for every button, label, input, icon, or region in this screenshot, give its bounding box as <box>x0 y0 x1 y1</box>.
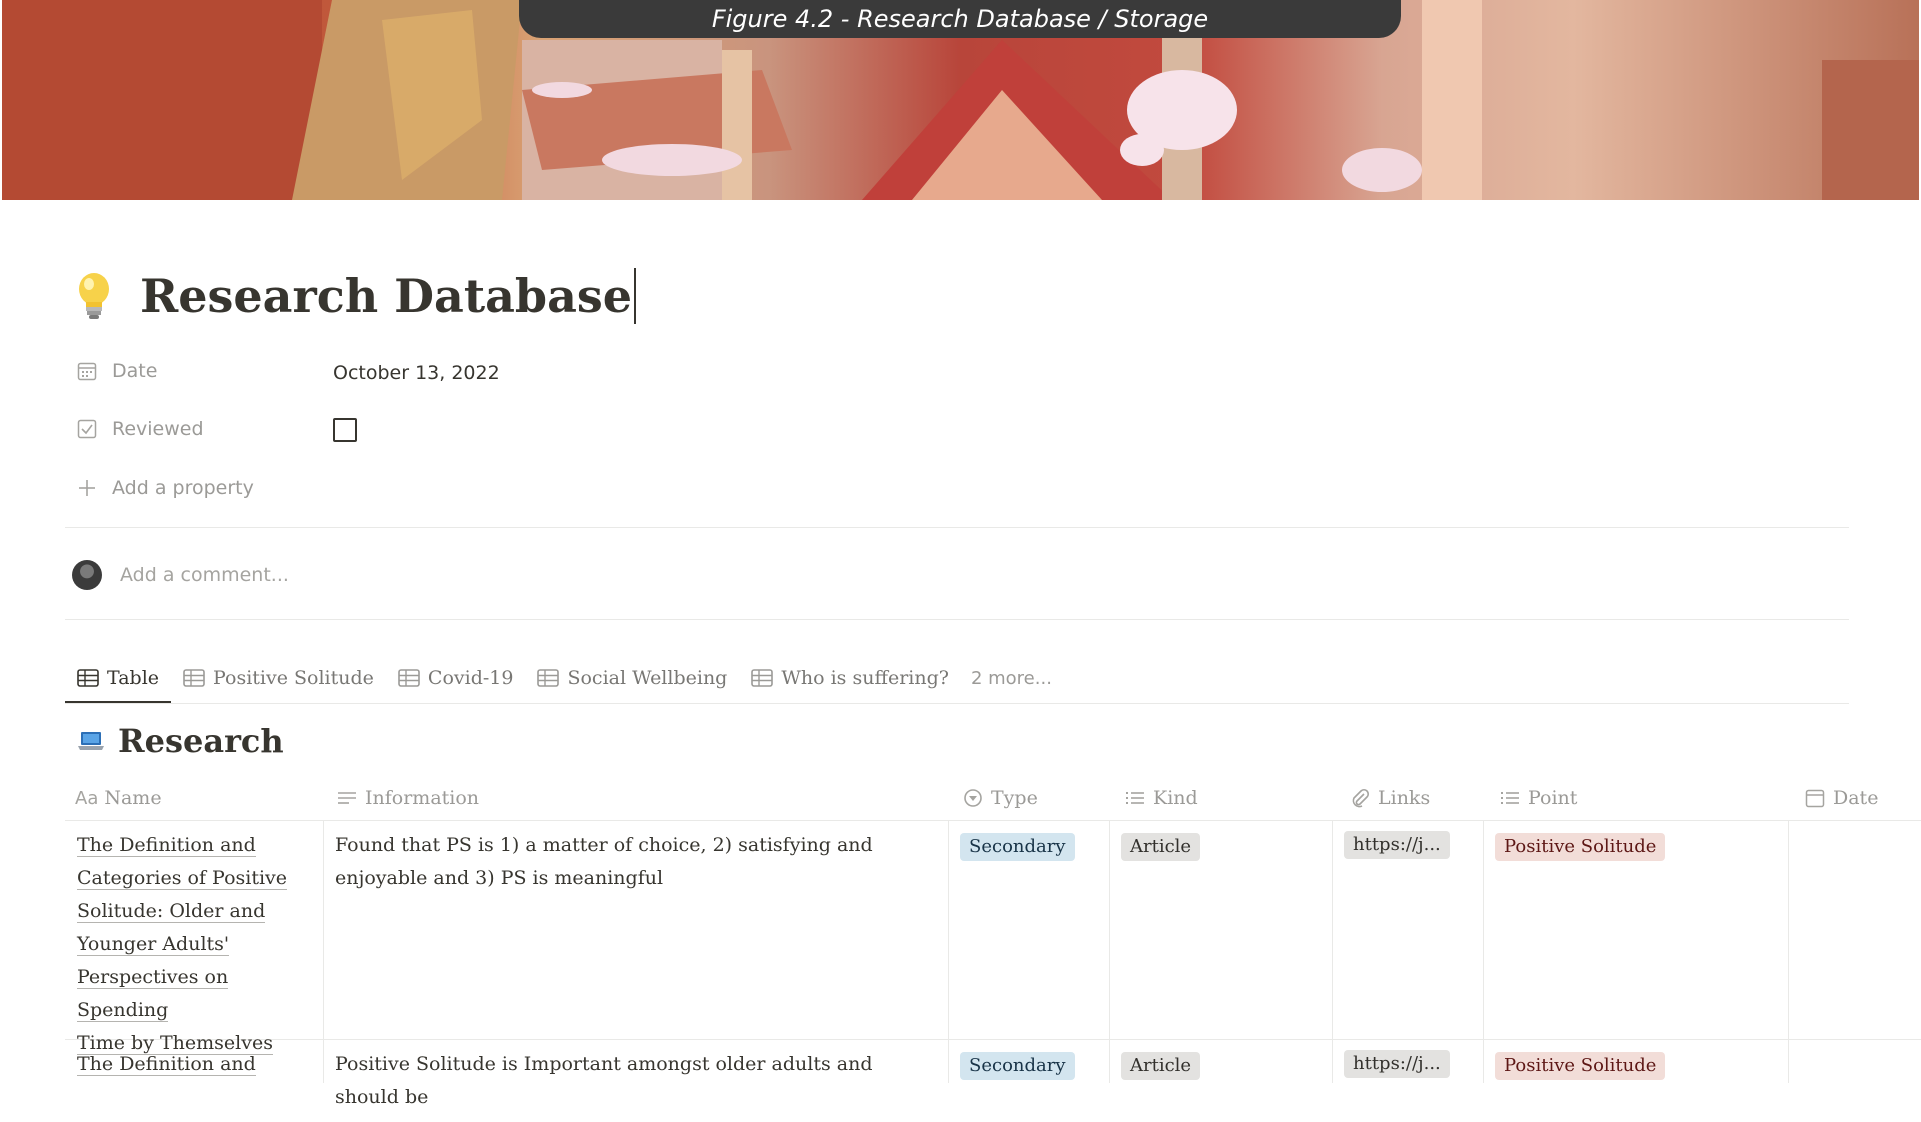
reviewed-checkbox[interactable] <box>333 418 357 442</box>
kind-tag: Article <box>1121 1052 1201 1080</box>
column-header-name[interactable]: Aa Name <box>75 776 162 820</box>
table-icon <box>537 669 560 687</box>
view-tabs: Table Positive Solitude Covid-19 Social … <box>65 654 1062 704</box>
lightbulb-icon[interactable] <box>72 271 116 321</box>
select-circle-icon <box>964 789 982 807</box>
page-title[interactable]: Research Database <box>140 268 637 324</box>
cell-information[interactable]: Found that PS is 1) a matter of choice, … <box>323 821 949 1039</box>
table-header: Aa Name Information Type Kind Links Poin… <box>65 776 1921 821</box>
tab-covid-19[interactable]: Covid-19 <box>386 654 526 702</box>
property-label: Reviewed <box>112 418 204 440</box>
cell-type[interactable]: Secondary <box>948 821 1110 1039</box>
cell-kind[interactable]: Article <box>1109 821 1333 1039</box>
column-header-point[interactable]: Point <box>1500 776 1577 820</box>
list-icon <box>1501 792 1519 804</box>
row-name-line[interactable]: The Definition and <box>77 834 256 857</box>
type-tag: Secondary <box>960 1052 1075 1080</box>
date-value[interactable]: October 13, 2022 <box>333 362 500 384</box>
lines-icon <box>338 792 356 804</box>
table-icon <box>751 669 774 687</box>
laptop-icon <box>78 732 104 750</box>
table-icon <box>183 669 205 687</box>
point-tag: Positive Solitude <box>1495 1052 1666 1080</box>
divider <box>65 619 1849 620</box>
tab-who-is-suffering[interactable]: Who is suffering? <box>739 654 961 702</box>
property-reviewed[interactable]: Reviewed <box>76 418 204 440</box>
cell-links[interactable]: https://j... <box>1332 1040 1484 1083</box>
column-header-date[interactable]: Date <box>1805 776 1878 820</box>
cell-point[interactable]: Positive Solitude <box>1483 821 1789 1039</box>
cell-name[interactable]: The Definition and <box>65 1040 324 1083</box>
add-property-button[interactable]: Add a property <box>76 477 254 499</box>
cell-kind[interactable]: Article <box>1109 1040 1333 1083</box>
tab-positive-solitude[interactable]: Positive Solitude <box>171 654 386 702</box>
tab-label: Who is suffering? <box>781 667 949 689</box>
column-header-type[interactable]: Type <box>963 776 1038 820</box>
figure-caption: Figure 4.2 - Research Database / Storage <box>519 0 1401 38</box>
database-title[interactable]: Research <box>78 722 284 760</box>
divider <box>65 527 1849 528</box>
type-tag: Secondary <box>960 833 1075 861</box>
calendar-icon <box>1805 789 1825 808</box>
column-header-kind[interactable]: Kind <box>1125 776 1198 820</box>
tabs-divider <box>65 703 1849 704</box>
avatar <box>72 560 102 590</box>
cell-type[interactable]: Secondary <box>948 1040 1110 1083</box>
cell-date[interactable] <box>1788 1040 1921 1083</box>
point-tag: Positive Solitude <box>1495 833 1666 861</box>
checkbox-icon <box>76 418 98 440</box>
row-name-line[interactable]: Younger Adults' <box>77 933 230 956</box>
link-chip[interactable]: https://j... <box>1344 1050 1450 1078</box>
tab-label: Table <box>107 667 160 689</box>
tab-table[interactable]: Table <box>65 654 172 704</box>
more-views-button[interactable]: 2 more... <box>961 668 1062 689</box>
text-aa-icon: Aa <box>75 787 99 809</box>
table-icon <box>77 669 99 687</box>
row-name-line[interactable]: Solitude: Older and <box>77 900 266 923</box>
table-row[interactable]: The Definition and Positive Solitude is … <box>65 1040 1921 1108</box>
property-label: Date <box>112 360 158 382</box>
kind-tag: Article <box>1121 833 1201 861</box>
row-name-line[interactable]: The Definition and <box>77 1053 256 1076</box>
comment-input[interactable]: Add a comment... <box>120 564 289 586</box>
cell-information[interactable]: Positive Solitude is Important amongst o… <box>323 1040 949 1108</box>
add-property-label: Add a property <box>112 477 254 499</box>
row-name-line[interactable]: Categories of Positive <box>77 867 288 890</box>
tab-social-wellbeing[interactable]: Social Wellbeing <box>525 654 739 702</box>
property-date[interactable]: Date <box>76 360 157 382</box>
list-icon <box>1126 792 1144 804</box>
table-row[interactable]: The Definition and Categories of Positiv… <box>65 821 1921 1055</box>
cell-point[interactable]: Positive Solitude <box>1483 1040 1789 1083</box>
tab-label: Covid-19 <box>427 667 514 689</box>
plus-icon <box>76 477 98 499</box>
cell-date[interactable] <box>1788 821 1921 1039</box>
table-icon <box>398 669 420 687</box>
row-name-line[interactable]: Perspectives on Spending <box>77 966 229 1022</box>
paperclip-icon <box>1352 788 1370 808</box>
tab-label: Positive Solitude <box>213 667 374 689</box>
calendar-icon <box>76 360 98 382</box>
column-header-links[interactable]: Links <box>1350 776 1430 820</box>
cell-links[interactable]: https://j... <box>1332 821 1484 1039</box>
link-chip[interactable]: https://j... <box>1344 831 1450 859</box>
tab-label: Social Wellbeing <box>567 667 728 689</box>
column-header-information[interactable]: Information <box>337 776 479 820</box>
cell-name[interactable]: The Definition and Categories of Positiv… <box>65 821 324 1055</box>
